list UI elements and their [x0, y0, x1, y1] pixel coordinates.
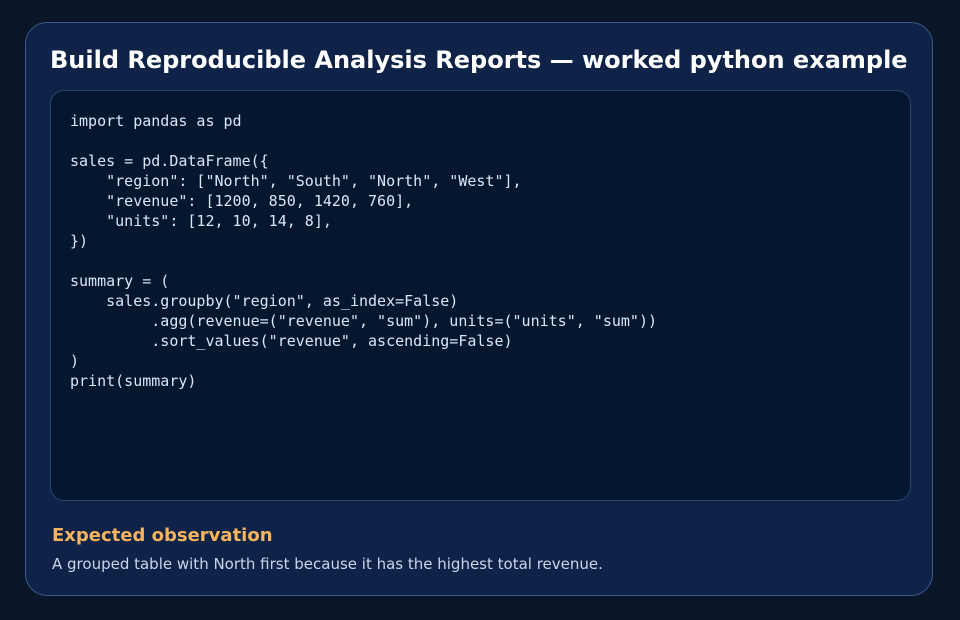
code-line: print(summary)	[70, 372, 197, 390]
observation-heading: Expected observation	[52, 525, 273, 546]
code-line: "revenue": [1200, 850, 1420, 760],	[70, 192, 414, 210]
code-line: import pandas as pd	[70, 112, 242, 130]
code-line: .sort_values("revenue", ascending=False)	[70, 332, 513, 350]
code-line: sales.groupby("region", as_index=False)	[70, 292, 459, 310]
card-title: Build Reproducible Analysis Reports — wo…	[50, 46, 908, 74]
code-content: import pandas as pd sales = pd.DataFrame…	[70, 111, 657, 391]
example-card: Build Reproducible Analysis Reports — wo…	[25, 22, 933, 596]
code-line: })	[70, 232, 89, 250]
code-line: sales = pd.DataFrame({	[70, 152, 269, 170]
observation-text: A grouped table with North first because…	[52, 555, 603, 573]
code-block: import pandas as pd sales = pd.DataFrame…	[50, 90, 911, 501]
code-line: )	[70, 352, 80, 370]
code-line: "units": [12, 10, 14, 8],	[70, 212, 332, 230]
code-line: summary = (	[70, 272, 170, 290]
code-line: "region": ["North", "South", "North", "W…	[70, 172, 522, 190]
code-line: .agg(revenue=("revenue", "sum"), units=(…	[70, 312, 657, 330]
